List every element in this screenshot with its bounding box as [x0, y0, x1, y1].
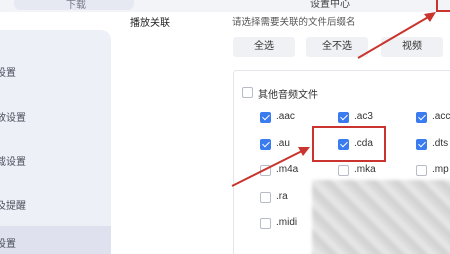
arrow-to-settings	[357, 12, 436, 59]
annotation-arrows	[231, 12, 436, 187]
arrow-to-cda	[231, 147, 310, 187]
